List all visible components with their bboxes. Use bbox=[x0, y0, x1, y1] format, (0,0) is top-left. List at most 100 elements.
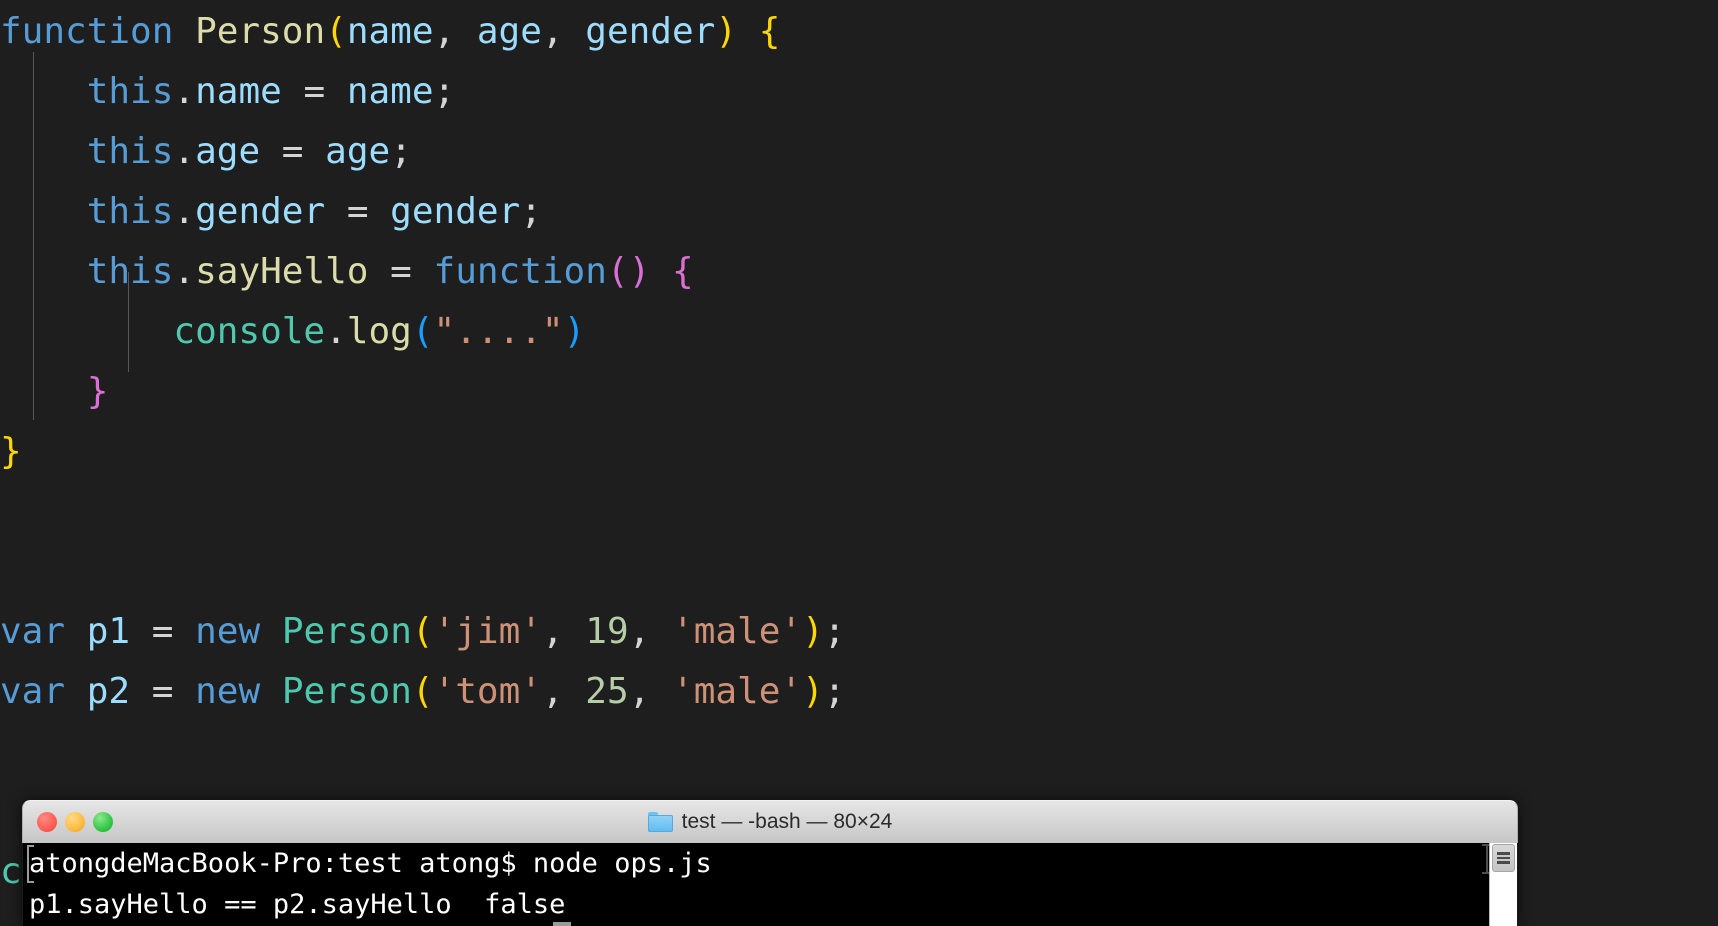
terminal-line-prompt: atongdeMacBook-Pro:test atong$ node ops.… bbox=[29, 848, 712, 879]
code-line[interactable] bbox=[0, 722, 1517, 782]
code-token: . bbox=[173, 191, 196, 232]
code-line[interactable]: function Person(name, age, gender) { bbox=[0, 2, 1517, 62]
code-token: name bbox=[346, 11, 434, 52]
terminal-titlebar[interactable]: test — -bash — 80×24 bbox=[22, 800, 1518, 843]
code-token: Person bbox=[281, 611, 412, 652]
code-token: = bbox=[325, 191, 391, 232]
code-line[interactable]: this.age = age; bbox=[0, 122, 1517, 182]
code-token: ; bbox=[823, 611, 846, 652]
code-token: } bbox=[0, 431, 22, 472]
code-token: , bbox=[541, 611, 586, 652]
code-token: { bbox=[671, 251, 694, 292]
code-token: = bbox=[130, 611, 196, 652]
code-token: ; bbox=[433, 71, 456, 112]
code-line[interactable]: } bbox=[0, 422, 1517, 482]
code-token: age bbox=[195, 131, 261, 172]
code-token: . bbox=[173, 71, 196, 112]
code-token: () bbox=[606, 251, 651, 292]
code-token: , bbox=[628, 611, 673, 652]
code-token: = bbox=[368, 251, 434, 292]
code-token: 'male' bbox=[672, 671, 803, 712]
code-token: function bbox=[0, 11, 174, 52]
code-line[interactable] bbox=[0, 542, 1517, 602]
code-token: function bbox=[433, 251, 607, 292]
code-token: 'tom' bbox=[433, 671, 542, 712]
code-token: "...." bbox=[433, 311, 564, 352]
terminal-line-output: p1.sayHello == p2.sayHello false bbox=[29, 889, 566, 920]
close-button[interactable] bbox=[37, 812, 57, 832]
scrollbar-thumb[interactable] bbox=[1492, 844, 1515, 872]
terminal-cursor-outline bbox=[27, 845, 34, 883]
terminal-title: test — -bash — 80×24 bbox=[681, 810, 893, 833]
code-token: console bbox=[173, 311, 326, 352]
code-line[interactable]: console.log("....") bbox=[0, 302, 1517, 362]
code-token: this bbox=[86, 191, 174, 232]
code-line[interactable]: this.sayHello = function() { bbox=[0, 242, 1517, 302]
code-token: age bbox=[476, 11, 542, 52]
terminal-body[interactable]: atongdeMacBook-Pro:test atong$ node ops.… bbox=[22, 843, 1518, 926]
code-token: ( bbox=[325, 11, 347, 52]
code-token: . bbox=[173, 131, 196, 172]
code-token: , bbox=[433, 11, 477, 52]
code-editor[interactable]: function Person(name, age, gender) { thi… bbox=[0, 0, 1718, 926]
code-line[interactable]: var p2 = new Person('tom', 25, 'male'); bbox=[0, 662, 1517, 722]
folder-icon bbox=[647, 812, 673, 832]
code-token: { bbox=[758, 11, 781, 52]
code-token: 'male' bbox=[672, 611, 803, 652]
code-token: ; bbox=[390, 131, 412, 172]
code-token: ( bbox=[411, 611, 434, 652]
code-token: = bbox=[260, 131, 326, 172]
code-token: this bbox=[86, 71, 174, 112]
code-token: , bbox=[628, 671, 673, 712]
code-line[interactable]: this.gender = gender; bbox=[0, 182, 1517, 242]
window-controls[interactable] bbox=[37, 812, 113, 832]
code-token: ; bbox=[823, 671, 846, 712]
code-token: age bbox=[325, 131, 391, 172]
code-line[interactable] bbox=[0, 482, 1517, 542]
code-token: = bbox=[281, 71, 347, 112]
code-token: 19 bbox=[585, 611, 629, 652]
code-lines[interactable]: function Person(name, age, gender) { thi… bbox=[0, 0, 1517, 902]
code-token: = bbox=[130, 671, 196, 712]
scrollbar-grip-icon bbox=[1497, 852, 1510, 864]
code-token: new bbox=[195, 671, 261, 712]
code-token: 'jim' bbox=[433, 611, 542, 652]
code-line[interactable]: var p1 = new Person('jim', 19, 'male'); bbox=[0, 602, 1517, 662]
code-token: p1 bbox=[86, 611, 131, 652]
terminal-scrollbar[interactable] bbox=[1489, 843, 1517, 926]
code-token: ; bbox=[520, 191, 542, 232]
code-line[interactable]: this.name = name; bbox=[0, 62, 1517, 122]
code-token: log bbox=[346, 311, 412, 352]
code-token: gender bbox=[195, 191, 326, 232]
code-token: Person bbox=[281, 671, 412, 712]
code-token: . bbox=[325, 311, 347, 352]
code-token: p2 bbox=[86, 671, 131, 712]
maximize-button[interactable] bbox=[93, 812, 113, 832]
code-token: ) bbox=[802, 611, 824, 652]
code-token: . bbox=[173, 251, 196, 292]
minimize-button[interactable] bbox=[65, 812, 85, 832]
code-token: var bbox=[0, 611, 66, 652]
code-token: name bbox=[195, 71, 282, 112]
code-token: sayHello bbox=[195, 251, 369, 292]
resize-handle-icon[interactable] bbox=[1482, 844, 1492, 874]
code-line[interactable]: } bbox=[0, 362, 1517, 422]
terminal-title-group: test — -bash — 80×24 bbox=[647, 810, 893, 834]
terminal-window[interactable]: test — -bash — 80×24 atongdeMacBook-Pro:… bbox=[22, 800, 1518, 926]
code-token: var bbox=[0, 671, 66, 712]
code-token: new bbox=[195, 611, 261, 652]
code-token: this bbox=[86, 251, 174, 292]
terminal-cursor bbox=[553, 922, 571, 926]
